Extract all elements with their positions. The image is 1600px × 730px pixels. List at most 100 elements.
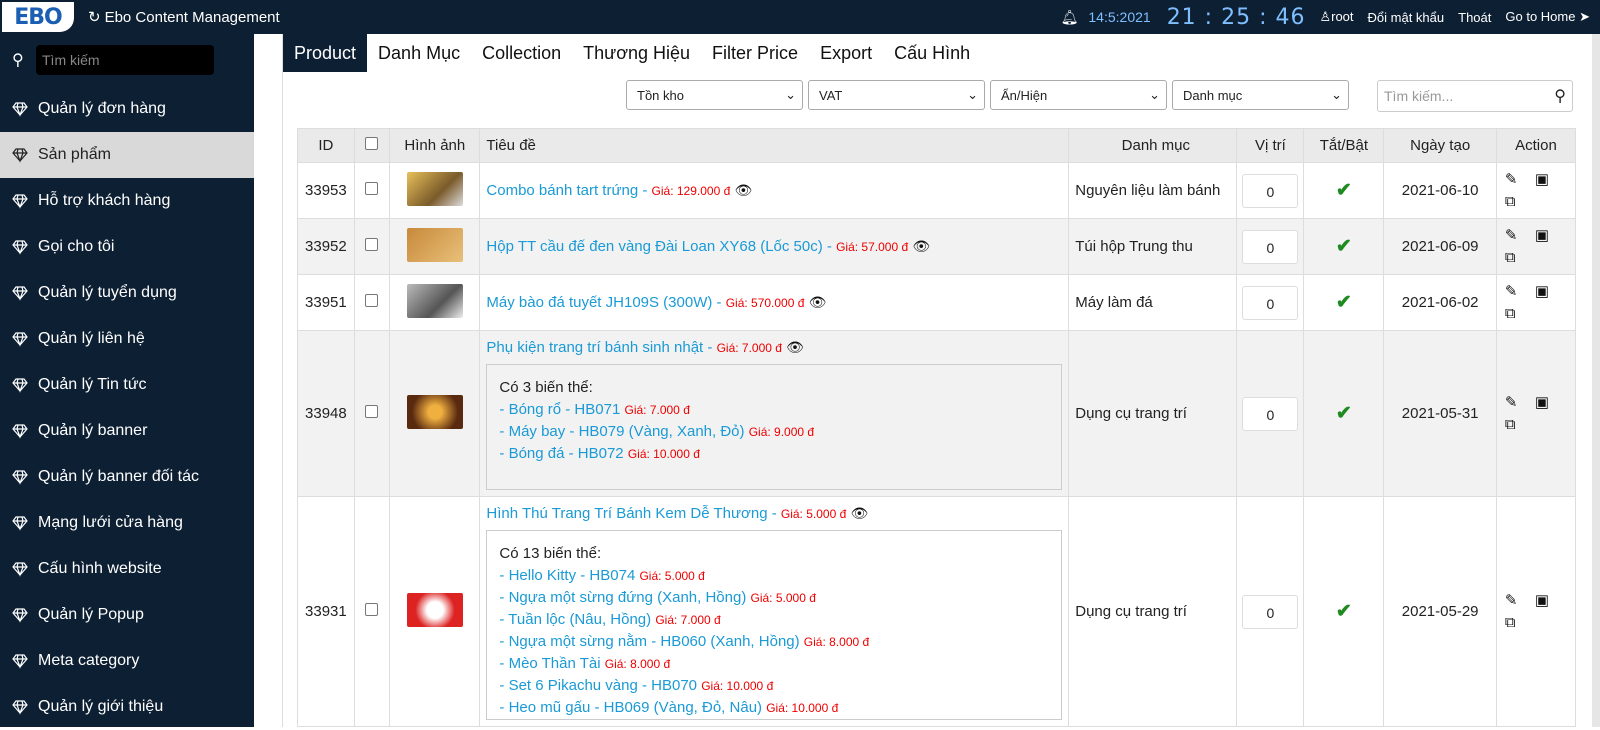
check-icon[interactable]: ✔: [1336, 236, 1352, 257]
variant-item[interactable]: - Set 6 Pikachu vàng - HB070 Giá: 10.000…: [499, 675, 1049, 697]
stock-filter-select[interactable]: Tồn kho ⌄: [626, 80, 803, 110]
product-title-link[interactable]: Máy bào đá tuyết JH109S (300W) -: [486, 294, 721, 311]
col-created[interactable]: Ngày tạo: [1383, 128, 1497, 163]
category-filter-select[interactable]: Danh mục ⌄: [1172, 80, 1349, 110]
sidebar-item[interactable]: Meta category: [0, 638, 254, 684]
edit-icon[interactable]: ✎: [1505, 392, 1535, 414]
sidebar-search-input[interactable]: [36, 45, 214, 75]
sidebar-item[interactable]: Quản lý Tin tức: [0, 362, 254, 408]
row-checkbox[interactable]: [365, 182, 379, 195]
refresh-icon[interactable]: ↻: [88, 8, 101, 26]
vat-filter-select[interactable]: VAT ⌄: [808, 80, 985, 110]
image-icon[interactable]: ▣: [1535, 169, 1565, 191]
product-title-link[interactable]: Hộp TT cầu đế đen vàng Đài Loan XY68 (Lố…: [486, 238, 832, 255]
eye-icon[interactable]: 👁︎: [786, 339, 804, 355]
eye-icon[interactable]: 👁︎: [912, 238, 930, 254]
variant-item[interactable]: - Ngựa một sừng đứng (Xanh, Hồng) Giá: 5…: [499, 587, 1049, 609]
check-icon[interactable]: ✔: [1336, 601, 1352, 622]
sidebar-item[interactable]: Hỗ trợ khách hàng: [0, 178, 254, 224]
tab[interactable]: Product: [283, 34, 368, 72]
variant-name[interactable]: - Heo mũ gấu - HB069 (Vàng, Đỏ, Nâu): [499, 699, 762, 716]
product-title-link[interactable]: Hình Thú Trang Trí Bánh Kem Dễ Thương -: [486, 505, 776, 522]
image-icon[interactable]: ▣: [1535, 225, 1565, 247]
copy-icon[interactable]: ⧉: [1505, 303, 1535, 325]
select-all-checkbox[interactable]: [365, 137, 379, 150]
position-input[interactable]: 0: [1242, 285, 1299, 320]
sidebar-item[interactable]: Quản lý tuyển dụng: [0, 270, 254, 316]
col-category[interactable]: Danh mục: [1068, 128, 1238, 163]
sidebar-item[interactable]: Mạng lưới cửa hàng: [0, 500, 254, 546]
variant-item[interactable]: - Máy bay - HB079 (Vàng, Xanh, Đỏ) Giá: …: [499, 421, 1049, 443]
tab[interactable]: Collection: [471, 34, 572, 72]
variant-name[interactable]: - Ngựa một sừng đứng (Xanh, Hồng): [499, 589, 746, 606]
variant-item[interactable]: - Bóng đá - HB072 Giá: 10.000 đ: [499, 443, 1049, 465]
row-checkbox[interactable]: [365, 294, 379, 307]
copy-icon[interactable]: ⧉: [1505, 612, 1535, 634]
variant-item[interactable]: - Mèo Thần Tài Giá: 8.000 đ: [499, 653, 1049, 675]
col-toggle[interactable]: Tắt/Bật: [1303, 128, 1385, 163]
edit-icon[interactable]: ✎: [1505, 225, 1535, 247]
copy-icon[interactable]: ⧉: [1505, 247, 1535, 269]
variant-item[interactable]: - Tuần lộc (Nâu, Hồng) Giá: 7.000 đ: [499, 609, 1049, 631]
position-input[interactable]: 0: [1242, 396, 1299, 431]
position-input[interactable]: 0: [1242, 229, 1299, 264]
variant-name[interactable]: - Set 6 Pikachu vàng - HB070: [499, 677, 697, 694]
product-thumbnail[interactable]: [406, 227, 463, 262]
col-title[interactable]: Tiêu đề: [479, 128, 1070, 163]
variant-name[interactable]: - Tuần lộc (Nâu, Hồng): [499, 611, 651, 628]
sidebar-item[interactable]: Sản phẩm: [0, 132, 254, 178]
tab[interactable]: Cấu Hình: [883, 34, 981, 72]
table-row[interactable]: 33952 Hộp TT cầu đế đen vàng Đài Loan XY6…: [297, 218, 1577, 275]
variant-name[interactable]: - Bóng đá - HB072: [499, 445, 623, 462]
variant-item[interactable]: - Ngựa một sừng nằm - HB060 (Xanh, Hồng)…: [499, 631, 1049, 653]
product-thumbnail[interactable]: [406, 283, 463, 318]
variant-name[interactable]: - Mèo Thần Tài: [499, 655, 600, 672]
edit-icon[interactable]: ✎: [1505, 169, 1535, 191]
sidebar-item[interactable]: Quản lý banner đối tác: [0, 454, 254, 500]
copy-icon[interactable]: ⧉: [1505, 414, 1535, 436]
sidebar-item[interactable]: Gọi cho tôi: [0, 224, 254, 270]
table-row[interactable]: 33953 Combo bánh tart trứng - Giá: 129.00…: [297, 162, 1577, 219]
sidebar-item[interactable]: Quản lý giới thiệu: [0, 684, 254, 730]
product-thumbnail[interactable]: [406, 394, 463, 429]
variant-name[interactable]: - Bóng rổ - HB071: [499, 401, 620, 418]
product-title-link[interactable]: Phụ kiện trang trí bánh sinh nhật -: [486, 339, 712, 356]
image-icon[interactable]: ▣: [1535, 392, 1565, 414]
tab[interactable]: Export: [809, 34, 883, 72]
check-icon[interactable]: ✔: [1336, 292, 1352, 313]
eye-icon[interactable]: 👁︎: [850, 505, 868, 521]
col-id[interactable]: ID: [297, 128, 355, 163]
sidebar-item[interactable]: Quản lý liên hệ: [0, 316, 254, 362]
image-icon[interactable]: ▣: [1535, 281, 1565, 303]
product-title-link[interactable]: Combo bánh tart trứng -: [486, 182, 647, 199]
edit-icon[interactable]: ✎: [1505, 590, 1535, 612]
variant-name[interactable]: - Hello Kitty - HB074: [499, 567, 635, 584]
edit-icon[interactable]: ✎: [1505, 281, 1535, 303]
table-row[interactable]: 33951 Máy bào đá tuyết JH109S (300W) - Gi…: [297, 274, 1577, 331]
row-checkbox[interactable]: [365, 405, 379, 418]
variant-name[interactable]: - Ngựa một sừng nằm - HB060 (Xanh, Hồng): [499, 633, 799, 650]
bell-icon[interactable]: 🔔︎: [1061, 9, 1079, 26]
row-checkbox[interactable]: [365, 238, 379, 251]
logout-link[interactable]: Thoát: [1458, 10, 1491, 25]
tab[interactable]: Filter Price: [701, 34, 809, 72]
tab[interactable]: Thương Hiệu: [572, 34, 701, 72]
sidebar-item[interactable]: Quản lý Popup: [0, 592, 254, 638]
variant-item[interactable]: - Hello Kitty - HB074 Giá: 5.000 đ: [499, 565, 1049, 587]
eye-icon[interactable]: 👁︎: [809, 294, 827, 310]
col-position[interactable]: Vị trí: [1236, 128, 1305, 163]
product-thumbnail[interactable]: [406, 171, 463, 206]
variant-name[interactable]: - Máy bay - HB079 (Vàng, Xanh, Đỏ): [499, 423, 744, 440]
eye-icon[interactable]: 👁︎: [734, 182, 752, 198]
search-icon[interactable]: ⚲: [1554, 86, 1566, 106]
page-scrollbar[interactable]: [1592, 34, 1600, 727]
position-input[interactable]: 0: [1242, 173, 1299, 208]
check-icon[interactable]: ✔: [1336, 403, 1352, 424]
position-input[interactable]: 0: [1242, 594, 1299, 629]
user-link[interactable]: ♙root: [1319, 9, 1353, 25]
change-password-link[interactable]: Đổi mật khẩu: [1368, 10, 1445, 25]
sidebar-item[interactable]: Cấu hình website: [0, 546, 254, 592]
tab[interactable]: Danh Mục: [367, 34, 471, 72]
sidebar-item[interactable]: Quản lý banner: [0, 408, 254, 454]
product-thumbnail[interactable]: [406, 592, 463, 627]
